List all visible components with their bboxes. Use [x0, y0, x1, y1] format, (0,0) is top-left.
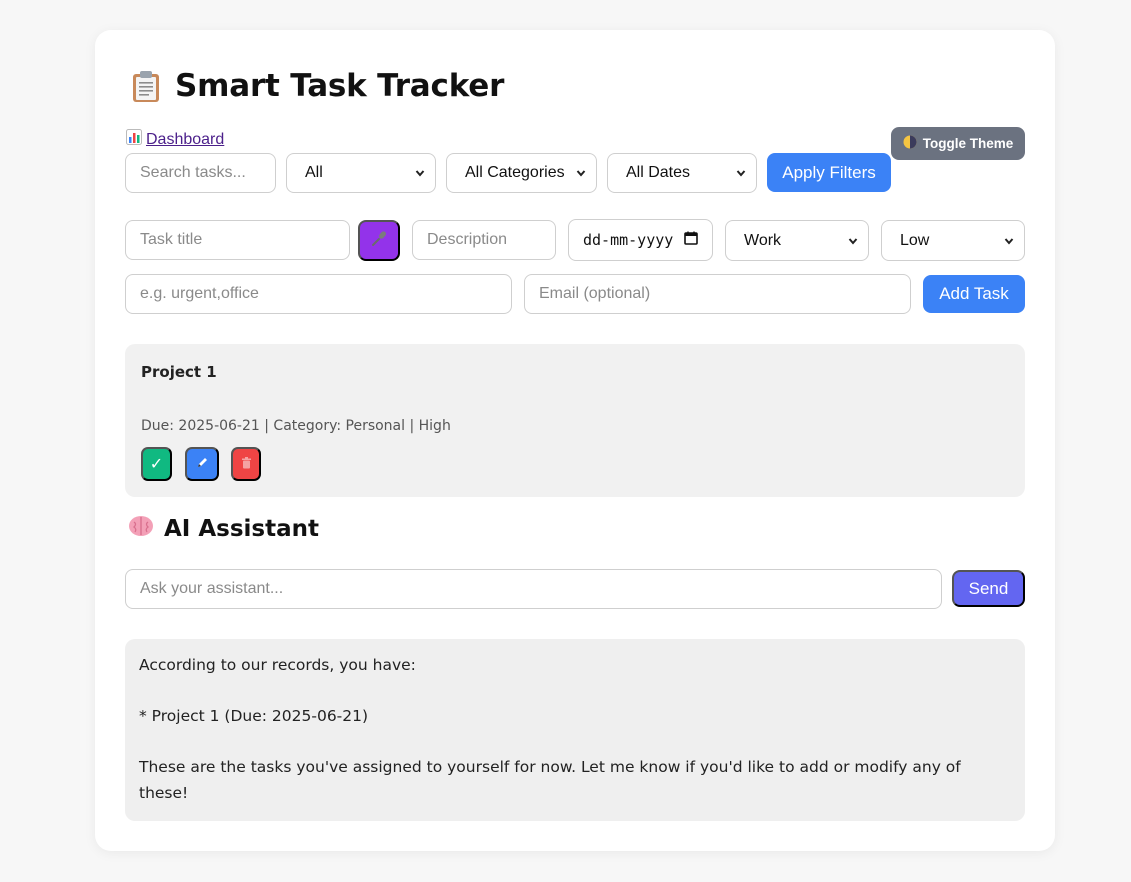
ai-assistant-title: AI Assistant — [128, 514, 319, 544]
category-filter-value: All Categories — [465, 164, 565, 181]
due-date-input[interactable]: dd-mm-yyyy — [568, 219, 713, 261]
category-filter-select[interactable]: All Categories — [446, 153, 597, 193]
ai-assistant-title-text: AI Assistant — [164, 516, 320, 542]
trash-icon — [241, 456, 252, 472]
page-title: Smart Task Tracker — [129, 66, 504, 106]
date-filter-value: All Dates — [626, 164, 691, 181]
microphone-icon — [370, 230, 388, 251]
description-input[interactable]: Description — [412, 220, 556, 260]
pencil-icon — [196, 456, 209, 472]
chevron-down-icon — [1004, 237, 1014, 245]
task-title-placeholder: Task title — [140, 231, 203, 248]
task-priority-select[interactable]: Low — [881, 220, 1025, 261]
task-card: Project 1 Due: 2025-06-21 | Category: Pe… — [125, 344, 1025, 497]
task-meta: Due: 2025-06-21 | Category: Personal | H… — [141, 418, 451, 434]
date-filter-select[interactable]: All Dates — [607, 153, 757, 193]
tags-placeholder: e.g. urgent,office — [140, 285, 259, 302]
delete-task-button[interactable] — [231, 447, 261, 481]
checkmark-icon: ✓ — [149, 456, 164, 473]
dashboard-link[interactable]: Dashboard — [126, 129, 224, 150]
main-card: Smart Task Tracker Dashboard Toggle Them… — [95, 30, 1055, 851]
edit-task-button[interactable] — [185, 447, 219, 481]
chevron-down-icon — [848, 237, 858, 245]
due-date-placeholder: dd-mm-yyyy — [583, 231, 674, 249]
complete-task-button[interactable]: ✓ — [141, 447, 172, 481]
email-placeholder: Email (optional) — [539, 285, 651, 302]
search-input[interactable]: Search tasks... — [125, 153, 276, 193]
search-placeholder: Search tasks... — [140, 164, 246, 181]
assistant-response-line: * Project 1 (Due: 2025-06-21) — [139, 707, 369, 725]
status-filter-select[interactable]: All — [286, 153, 436, 193]
assistant-response: According to our records, you have: * Pr… — [125, 639, 1025, 821]
task-title-input[interactable]: Task title — [125, 220, 350, 260]
assistant-response-line: According to our records, you have: — [139, 656, 416, 674]
email-input[interactable]: Email (optional) — [524, 274, 911, 314]
task-title: Project 1 — [141, 363, 217, 381]
calendar-icon[interactable] — [684, 231, 698, 249]
add-task-button[interactable]: Add Task — [923, 275, 1025, 313]
assistant-response-line: These are the tasks you've assigned to y… — [139, 758, 961, 802]
assistant-input-placeholder: Ask your assistant... — [140, 580, 284, 597]
dashboard-link-label: Dashboard — [146, 130, 225, 148]
toggle-theme-button[interactable]: Toggle Theme — [891, 127, 1025, 160]
clipboard-icon — [129, 69, 163, 103]
half-moon-icon — [903, 135, 917, 152]
voice-input-button[interactable] — [358, 220, 400, 261]
brain-icon — [128, 514, 154, 544]
chevron-down-icon — [736, 170, 746, 177]
send-button[interactable]: Send — [952, 570, 1025, 607]
status-filter-value: All — [305, 164, 323, 181]
description-placeholder: Description — [427, 231, 508, 248]
bar-chart-icon — [126, 129, 142, 150]
chevron-down-icon — [415, 170, 425, 177]
tags-input[interactable]: e.g. urgent,office — [125, 274, 512, 314]
task-category-value: Work — [744, 231, 782, 249]
page-title-text: Smart Task Tracker — [175, 68, 505, 104]
apply-filters-button[interactable]: Apply Filters — [767, 153, 891, 192]
task-priority-value: Low — [900, 231, 930, 249]
toggle-theme-label: Toggle Theme — [922, 136, 1014, 151]
chevron-down-icon — [576, 170, 586, 177]
assistant-input[interactable]: Ask your assistant... — [125, 569, 942, 609]
task-category-select[interactable]: Work — [725, 220, 869, 261]
